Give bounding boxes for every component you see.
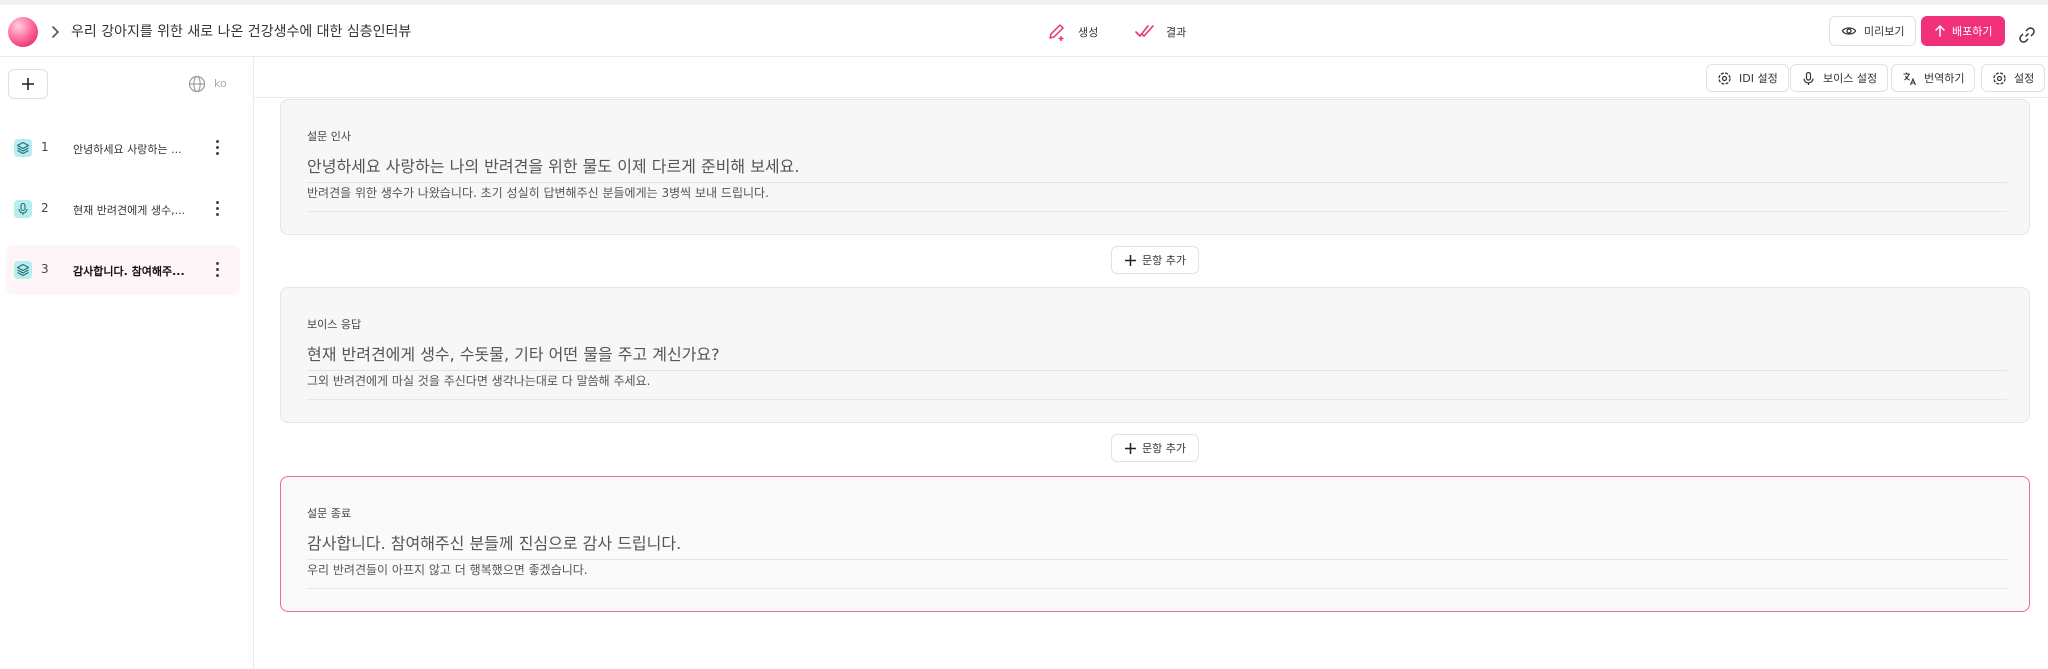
layers-icon (14, 139, 32, 157)
card-subtitle-input[interactable]: 반려견을 위한 생수가 나왔습니다. 초기 성실히 답변해주신 분들에게는 3병… (307, 184, 2007, 212)
gear-icon (1993, 71, 2006, 85)
layers-icon (14, 261, 32, 279)
mic-icon (14, 200, 32, 218)
language-code[interactable]: ko (214, 77, 227, 90)
globe-icon[interactable] (188, 75, 206, 93)
card-type-label: 설문 인사 (307, 130, 351, 143)
chevron-right-icon (52, 26, 60, 38)
item-number: 2 (41, 201, 49, 215)
tab-results-label: 결과 (1166, 26, 1187, 39)
add-question-label: 문항 추가 (1142, 442, 1186, 455)
tab-results[interactable]: 결과 (1134, 17, 1186, 47)
translate-button[interactable]: 번역하기 (1891, 64, 1976, 92)
item-number: 3 (41, 262, 49, 276)
item-label: 안녕하세요 사랑하는 ... (73, 143, 182, 156)
eye-refresh-icon (1841, 27, 1857, 35)
question-card-closing[interactable]: 설문 종료 감사합니다. 참여해주신 분들께 진심으로 감사 드립니다. 우리 … (280, 476, 2030, 612)
translate-icon (1903, 72, 1917, 85)
card-type-label: 보이스 응답 (307, 318, 362, 331)
more-vertical-icon[interactable] (214, 201, 220, 217)
page-title: 우리 강아지를 위한 새로 나온 건강생수에 대한 심층인터뷰 (71, 24, 412, 40)
link-icon[interactable] (2017, 25, 2037, 45)
voice-settings-label: 보이스 설정 (1823, 72, 1878, 85)
add-question-label: 문항 추가 (1142, 254, 1186, 267)
deploy-label: 배포하기 (1952, 25, 1993, 38)
item-label: 감사합니다. 참여해주... (73, 265, 185, 278)
preview-label: 미리보기 (1864, 25, 1905, 38)
sidebar-item-3[interactable]: 3 감사합니다. 참여해주... (6, 245, 240, 295)
add-question-button[interactable]: 문항 추가 (1111, 246, 1199, 274)
add-question-button[interactable]: 문항 추가 (1111, 434, 1199, 462)
item-number: 1 (41, 140, 49, 154)
sidebar-item-1[interactable]: 1 안녕하세요 사랑하는 ... (6, 123, 240, 173)
app-header: 우리 강아지를 위한 새로 나온 건강생수에 대한 심층인터뷰 생성 결과 미리… (0, 5, 2048, 57)
more-vertical-icon[interactable] (214, 140, 220, 156)
toolbar-divider (254, 97, 2048, 98)
mic-icon (1803, 71, 1814, 85)
card-subtitle-input[interactable]: 그외 반려견에게 마실 것을 주신다면 생각나는대로 다 말씀해 주세요. (307, 372, 2007, 400)
arrow-up-icon (1935, 25, 1945, 37)
sidebar: ko 1 안녕하세요 사랑하는 ... 2 현재 반려견에게 생수,... 3 … (0, 57, 254, 669)
card-title-input[interactable]: 감사합니다. 참여해주신 분들께 진심으로 감사 드립니다. (307, 530, 2007, 560)
translate-label: 번역하기 (1924, 72, 1965, 85)
app-logo[interactable] (8, 17, 38, 47)
plus-icon (22, 78, 34, 90)
pen-plus-icon (1049, 24, 1064, 41)
idi-gear-icon (1718, 71, 1731, 85)
settings-button[interactable]: 설정 (1981, 64, 2046, 92)
tab-create[interactable]: 생성 (1046, 17, 1098, 47)
double-check-icon (1135, 25, 1154, 38)
plus-icon (1125, 254, 1136, 266)
card-title-input[interactable]: 안녕하세요 사랑하는 나의 반려견을 위한 물도 이제 다르게 준비해 보세요. (307, 153, 2007, 183)
card-subtitle-input[interactable]: 우리 반려견들이 아프지 않고 더 행복했으면 좋겠습니다. (307, 561, 2007, 589)
card-type-label: 설문 종료 (307, 507, 351, 520)
preview-button[interactable]: 미리보기 (1829, 16, 1917, 46)
voice-settings-button[interactable]: 보이스 설정 (1790, 64, 1889, 92)
more-vertical-icon[interactable] (214, 262, 220, 278)
plus-icon (1125, 442, 1136, 454)
sidebar-item-2[interactable]: 2 현재 반려견에게 생수,... (6, 184, 240, 234)
question-card-voice[interactable]: 보이스 응답 현재 반려견에게 생수, 수돗물, 기타 어떤 물을 주고 계신가… (280, 287, 2030, 423)
settings-label: 설정 (2014, 72, 2035, 85)
deploy-button[interactable]: 배포하기 (1921, 16, 2006, 46)
item-label: 현재 반려견에게 생수,... (73, 204, 186, 217)
idi-settings-label: IDI 설정 (1739, 72, 1778, 85)
question-card-greeting[interactable]: 설문 인사 안녕하세요 사랑하는 나의 반려견을 위한 물도 이제 다르게 준비… (280, 99, 2030, 235)
add-item-button[interactable] (8, 69, 48, 99)
card-title-input[interactable]: 현재 반려견에게 생수, 수돗물, 기타 어떤 물을 주고 계신가요? (307, 341, 2007, 371)
idi-settings-button[interactable]: IDI 설정 (1706, 64, 1789, 92)
tab-create-label: 생성 (1078, 26, 1099, 39)
